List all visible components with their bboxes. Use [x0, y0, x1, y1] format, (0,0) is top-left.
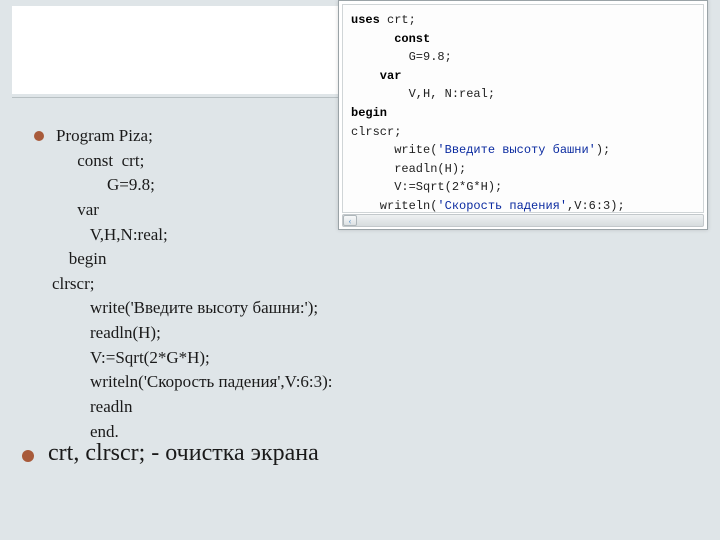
bullet-icon [34, 131, 44, 141]
program-clrscr: clrscr; [52, 272, 360, 297]
code-line: write('Введите высоту башни'); [351, 141, 695, 160]
code-line: const [351, 30, 695, 49]
code-line: writeln('Скорость падения',V:6:3); [351, 197, 695, 213]
note-text: crt, clrscr; - очистка экрана [48, 440, 319, 467]
bullet-icon [22, 450, 34, 462]
chevron-left-icon: ‹ [349, 216, 352, 226]
code-line: clrscr; [351, 123, 695, 142]
program-head: Program Piza; const crt; G=9.8; var V,H,… [56, 124, 168, 272]
code-line: V,H, N:real; [351, 85, 695, 104]
code-line: V:=Sqrt(2*G*H); [351, 178, 695, 197]
horizontal-scrollbar[interactable]: ‹ [342, 214, 704, 227]
code-editor-body: uses crt; const G=9.8; var V,H, N:real; … [342, 4, 704, 213]
note-block: crt, clrscr; - очистка экрана [22, 440, 319, 467]
code-line: var [351, 67, 695, 86]
code-line: readln(H); [351, 160, 695, 179]
code-line: begin [351, 104, 695, 123]
program-rest: write('Введите высоту башни:'); readln(H… [90, 296, 360, 444]
code-line: uses crt; [351, 11, 695, 30]
code-editor-window: uses crt; const G=9.8; var V,H, N:real; … [338, 0, 708, 230]
program-listing: Program Piza; const crt; G=9.8; var V,H,… [34, 124, 360, 444]
scroll-left-button[interactable]: ‹ [343, 215, 357, 226]
code-line: G=9.8; [351, 48, 695, 67]
bullet-row: Program Piza; const crt; G=9.8; var V,H,… [34, 124, 360, 272]
